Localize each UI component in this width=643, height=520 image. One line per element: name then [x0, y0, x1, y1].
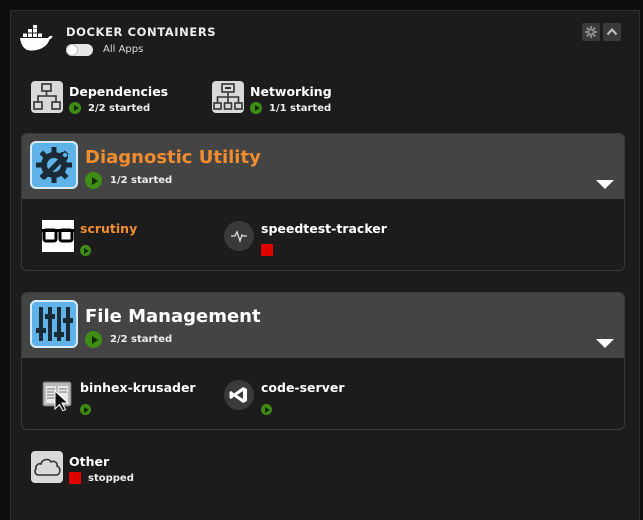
gear-icon: [585, 26, 597, 38]
docker-whale-icon: [20, 25, 53, 51]
gear-wrench-icon: [30, 141, 78, 189]
status-text: 2/2 started: [110, 334, 173, 345]
app-name: scrutiny: [80, 221, 138, 236]
card-status: 1/2 started: [85, 172, 172, 189]
docker-containers-panel: DOCKER CONTAINERS All Apps Dependencies …: [10, 10, 640, 520]
group-name: Other: [69, 454, 110, 469]
card-status: 2/2 started: [85, 331, 172, 348]
group-status: 2/2 started: [69, 102, 150, 114]
sitemap-icon: [31, 81, 63, 113]
group-status: stopped: [69, 472, 134, 484]
all-apps-toggle[interactable]: [66, 44, 93, 56]
play-icon[interactable]: [85, 172, 102, 189]
app-name: speedtest-tracker: [261, 221, 387, 236]
group-name: Networking: [250, 84, 332, 99]
app-status: [261, 400, 272, 419]
chevron-up-icon: [606, 27, 618, 36]
card-header[interactable]: File Management 2/2 started: [22, 293, 624, 358]
card-header[interactable]: Diagnostic Utility 1/2 started: [22, 134, 624, 199]
stop-icon[interactable]: [261, 244, 273, 256]
network-icon: [212, 81, 244, 113]
group-status: 1/1 started: [250, 102, 331, 114]
play-icon[interactable]: [80, 245, 91, 256]
group-name: Dependencies: [69, 84, 169, 99]
play-icon[interactable]: [80, 404, 91, 415]
toggle-knob: [67, 45, 77, 55]
card-diagnostic-utility: Diagnostic Utility 1/2 started scrutiny: [21, 133, 625, 271]
sliders-icon: [30, 300, 78, 348]
all-apps-label: All Apps: [103, 44, 144, 55]
app-status: [80, 400, 91, 419]
glasses-icon: [42, 220, 74, 252]
collapse-panel-button[interactable]: [603, 23, 621, 41]
status-text: 2/2 started: [88, 102, 151, 114]
settings-button[interactable]: [582, 23, 600, 41]
play-icon[interactable]: [69, 102, 81, 114]
play-icon[interactable]: [85, 331, 102, 348]
app-status: [80, 241, 91, 260]
play-icon[interactable]: [261, 404, 272, 415]
card-title: File Management: [85, 306, 261, 327]
card-title: Diagnostic Utility: [85, 147, 261, 168]
app-name: code-server: [261, 380, 345, 395]
chevron-down-icon[interactable]: [596, 180, 614, 189]
panel-title: DOCKER CONTAINERS: [66, 25, 217, 39]
app-name: binhex-krusader: [80, 380, 196, 395]
status-text: 1/1 started: [269, 102, 332, 114]
stop-icon[interactable]: [69, 472, 81, 484]
play-icon[interactable]: [250, 102, 262, 114]
status-text: 1/2 started: [110, 175, 173, 186]
card-file-management: File Management 2/2 started binhex-krusa…: [21, 292, 625, 430]
status-text: stopped: [88, 472, 134, 484]
krusader-icon: [42, 379, 74, 411]
panel-header: DOCKER CONTAINERS All Apps: [11, 11, 639, 71]
pulse-icon: [223, 220, 255, 252]
chevron-down-icon[interactable]: [596, 339, 614, 348]
vscode-icon: [223, 379, 255, 411]
cloud-icon: [31, 451, 63, 483]
app-status: [261, 241, 273, 260]
